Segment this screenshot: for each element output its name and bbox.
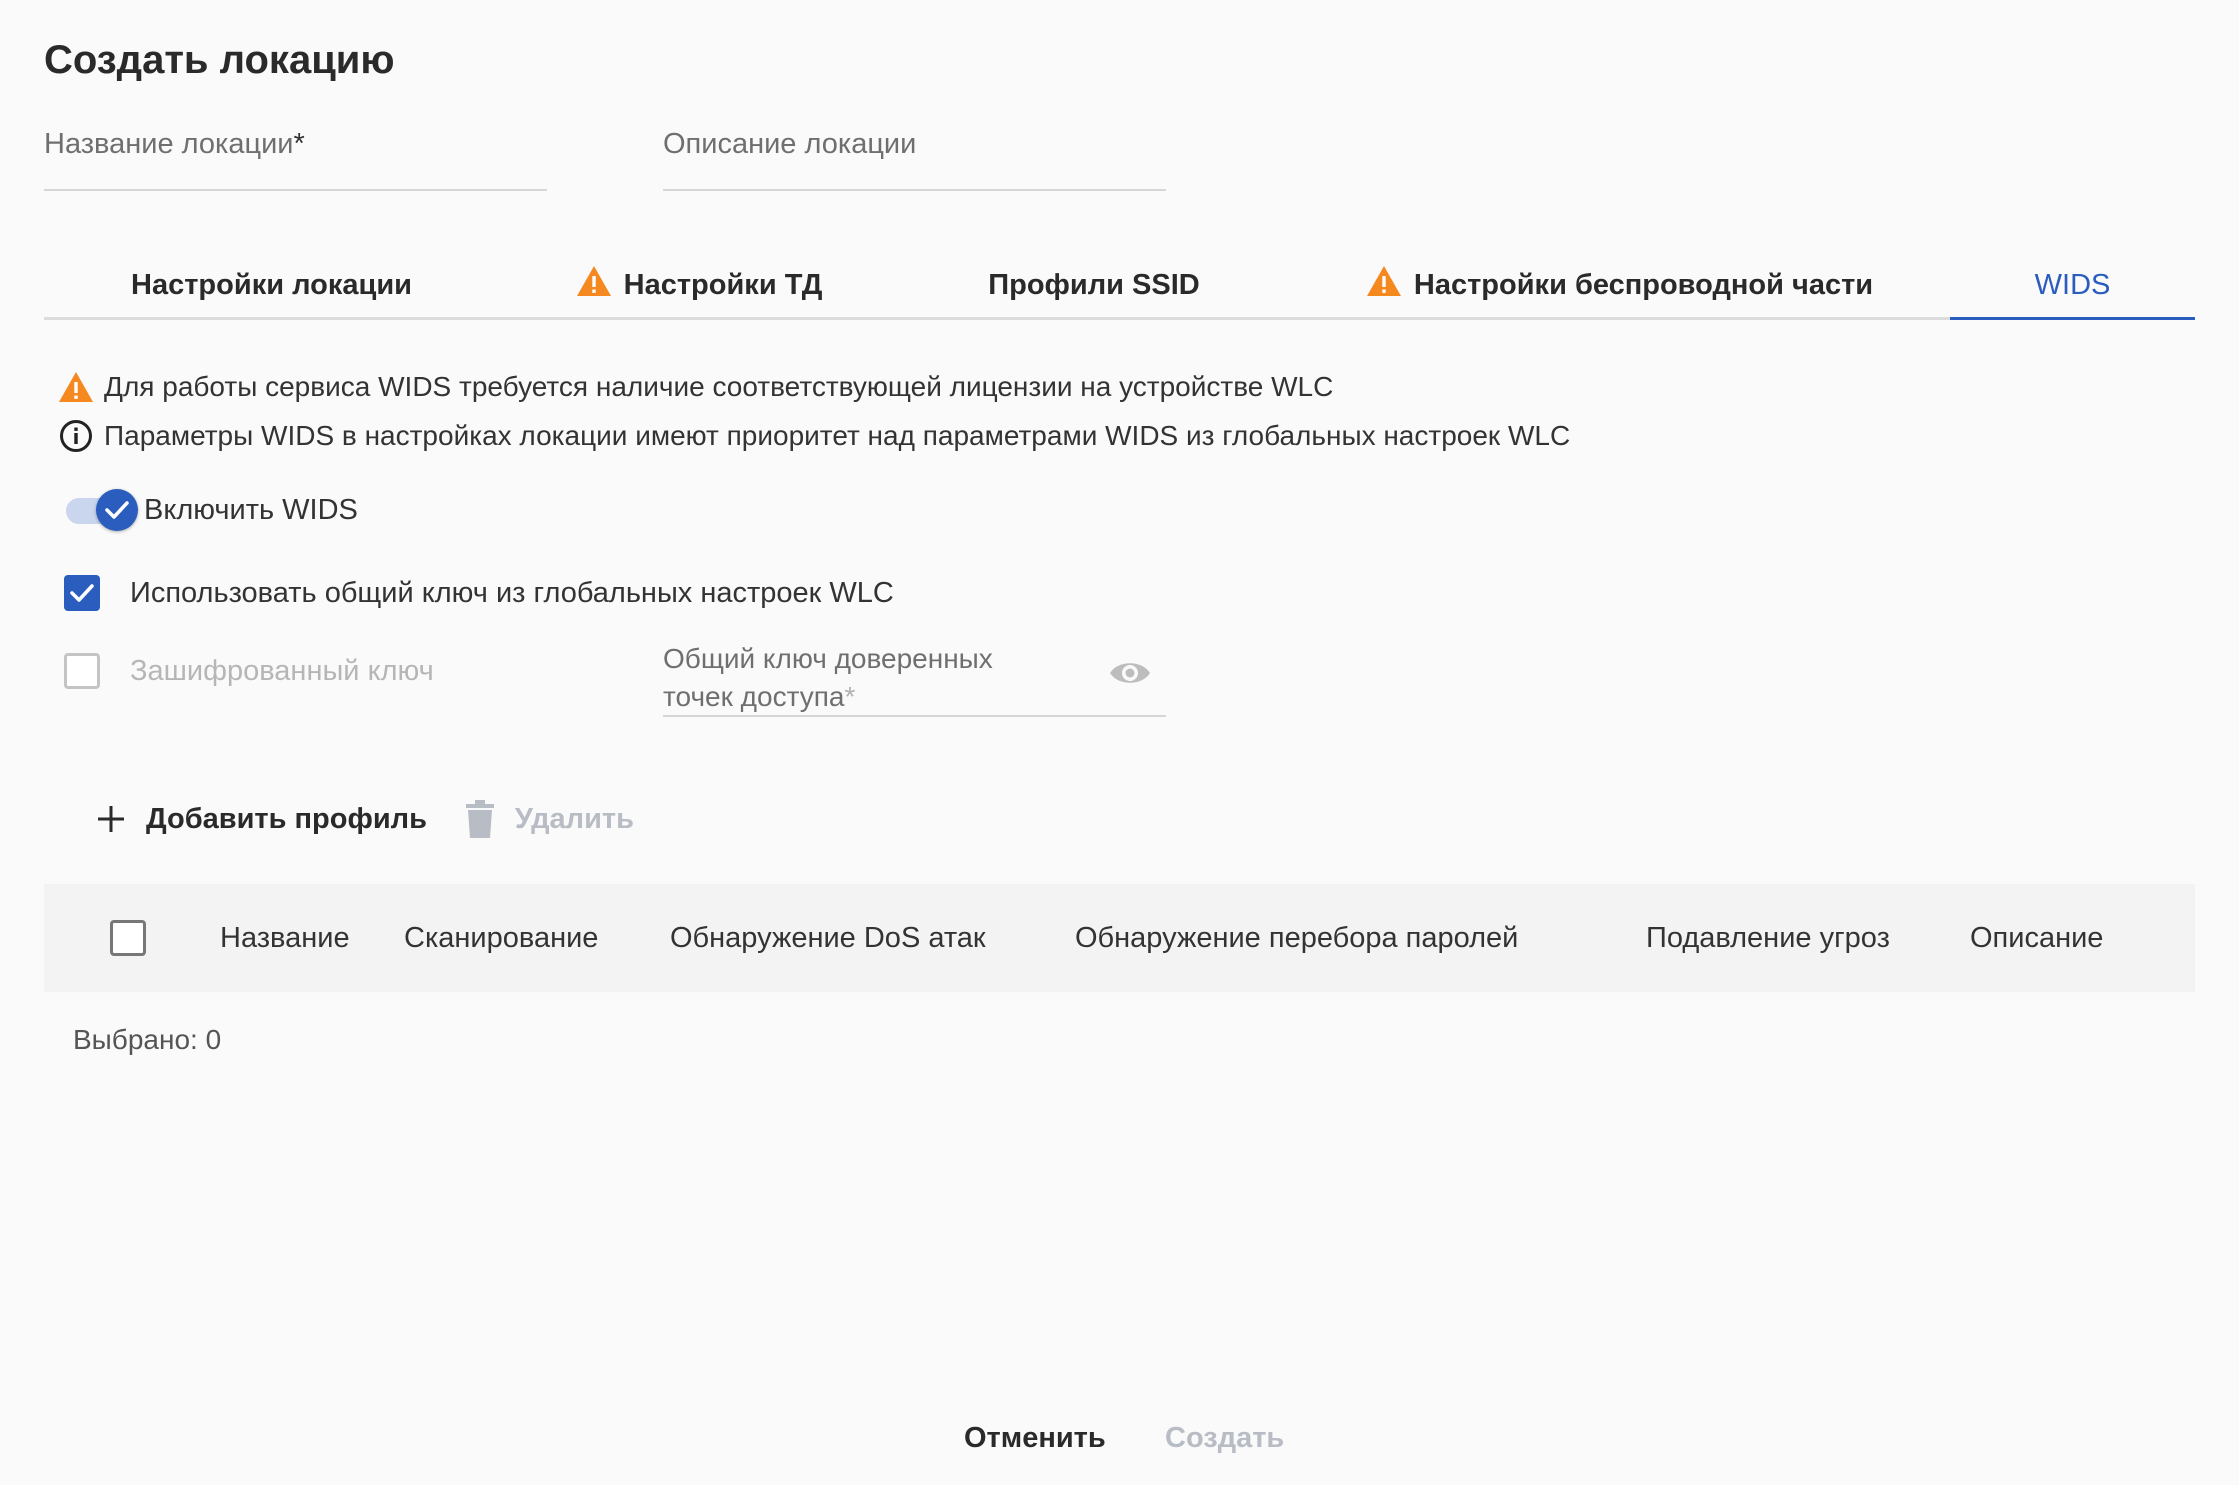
toggle-switch[interactable] <box>66 488 138 531</box>
warning-icon <box>58 369 94 405</box>
warning-icon <box>576 265 612 305</box>
use-global-key-checkbox[interactable] <box>64 575 100 611</box>
tab-location-settings[interactable]: Настройки локации <box>44 250 499 320</box>
table-header: Название Сканирование Обнаружение DoS ат… <box>44 884 2195 992</box>
cancel-button[interactable]: Отменить <box>964 1422 1106 1455</box>
tab-label: Настройки беспроводной части <box>1413 268 1874 301</box>
location-name-field[interactable]: Название локации* <box>44 128 547 191</box>
active-tab-indicator <box>1950 317 2195 320</box>
tab-label: Настройки ТД <box>623 268 823 301</box>
use-global-key-label: Использовать общий ключ из глобальных на… <box>130 576 894 609</box>
column-header-scanning[interactable]: Сканирование <box>404 884 598 992</box>
warning-icon <box>1366 265 1402 305</box>
check-icon <box>96 488 138 531</box>
encrypted-key-checkbox <box>64 653 100 689</box>
trusted-key-field: Общий ключ доверенных точек доступа* <box>663 640 1166 717</box>
tab-label: Профили SSID <box>988 268 1200 301</box>
trusted-key-label: Общий ключ доверенных точек доступа* <box>663 643 993 712</box>
select-all-checkbox[interactable] <box>110 920 146 956</box>
select-all-cell <box>110 884 146 992</box>
tab-bar: Настройки локации Настройки ТД Профили S… <box>44 250 2195 320</box>
column-header-bruteforce-detection[interactable]: Обнаружение перебора паролей <box>1075 884 1518 992</box>
column-header-threat-suppression[interactable]: Подавление угроз <box>1646 884 1890 992</box>
encrypted-key-label: Зашифрованный ключ <box>130 654 434 687</box>
delete-button: Удалить <box>465 800 634 838</box>
encrypted-key-row: Зашифрованный ключ <box>64 653 434 689</box>
column-header-name[interactable]: Название <box>220 884 350 992</box>
use-global-key-row[interactable]: Использовать общий ключ из глобальных на… <box>64 575 894 611</box>
selected-count: Выбрано: 0 <box>73 1024 222 1055</box>
tab-ap-settings[interactable]: Настройки ТД <box>499 250 899 320</box>
tab-wids[interactable]: WIDS <box>1950 250 2195 320</box>
plus-icon <box>96 804 126 834</box>
tab-label: Настройки локации <box>131 268 412 301</box>
enable-wids-label: Включить WIDS <box>144 494 358 526</box>
column-header-dos-detection[interactable]: Обнаружение DoS атак <box>670 884 986 992</box>
create-button: Создать <box>1165 1422 1285 1454</box>
eye-icon[interactable] <box>1108 658 1152 693</box>
tab-ssid-profiles[interactable]: Профили SSID <box>899 250 1289 320</box>
location-description-label: Описание локации <box>663 128 917 160</box>
tab-label: WIDS <box>2034 268 2111 301</box>
column-header-description[interactable]: Описание <box>1970 884 2103 992</box>
location-name-label: Название локации* <box>44 128 305 160</box>
license-warning: Для работы сервиса WIDS требуется наличи… <box>58 369 1333 405</box>
tab-wireless-settings[interactable]: Настройки беспроводной части <box>1289 250 1950 320</box>
trash-icon <box>465 800 495 838</box>
page-title: Создать локацию <box>44 38 395 82</box>
enable-wids-toggle[interactable]: Включить WIDS <box>66 488 358 531</box>
add-profile-button[interactable]: Добавить профиль <box>96 803 427 836</box>
location-description-field[interactable]: Описание локации <box>663 128 1166 191</box>
info-icon <box>58 418 94 454</box>
table-toolbar: Добавить профиль Удалить <box>96 800 634 838</box>
priority-info: Параметры WIDS в настройках локации имею… <box>58 418 1570 454</box>
